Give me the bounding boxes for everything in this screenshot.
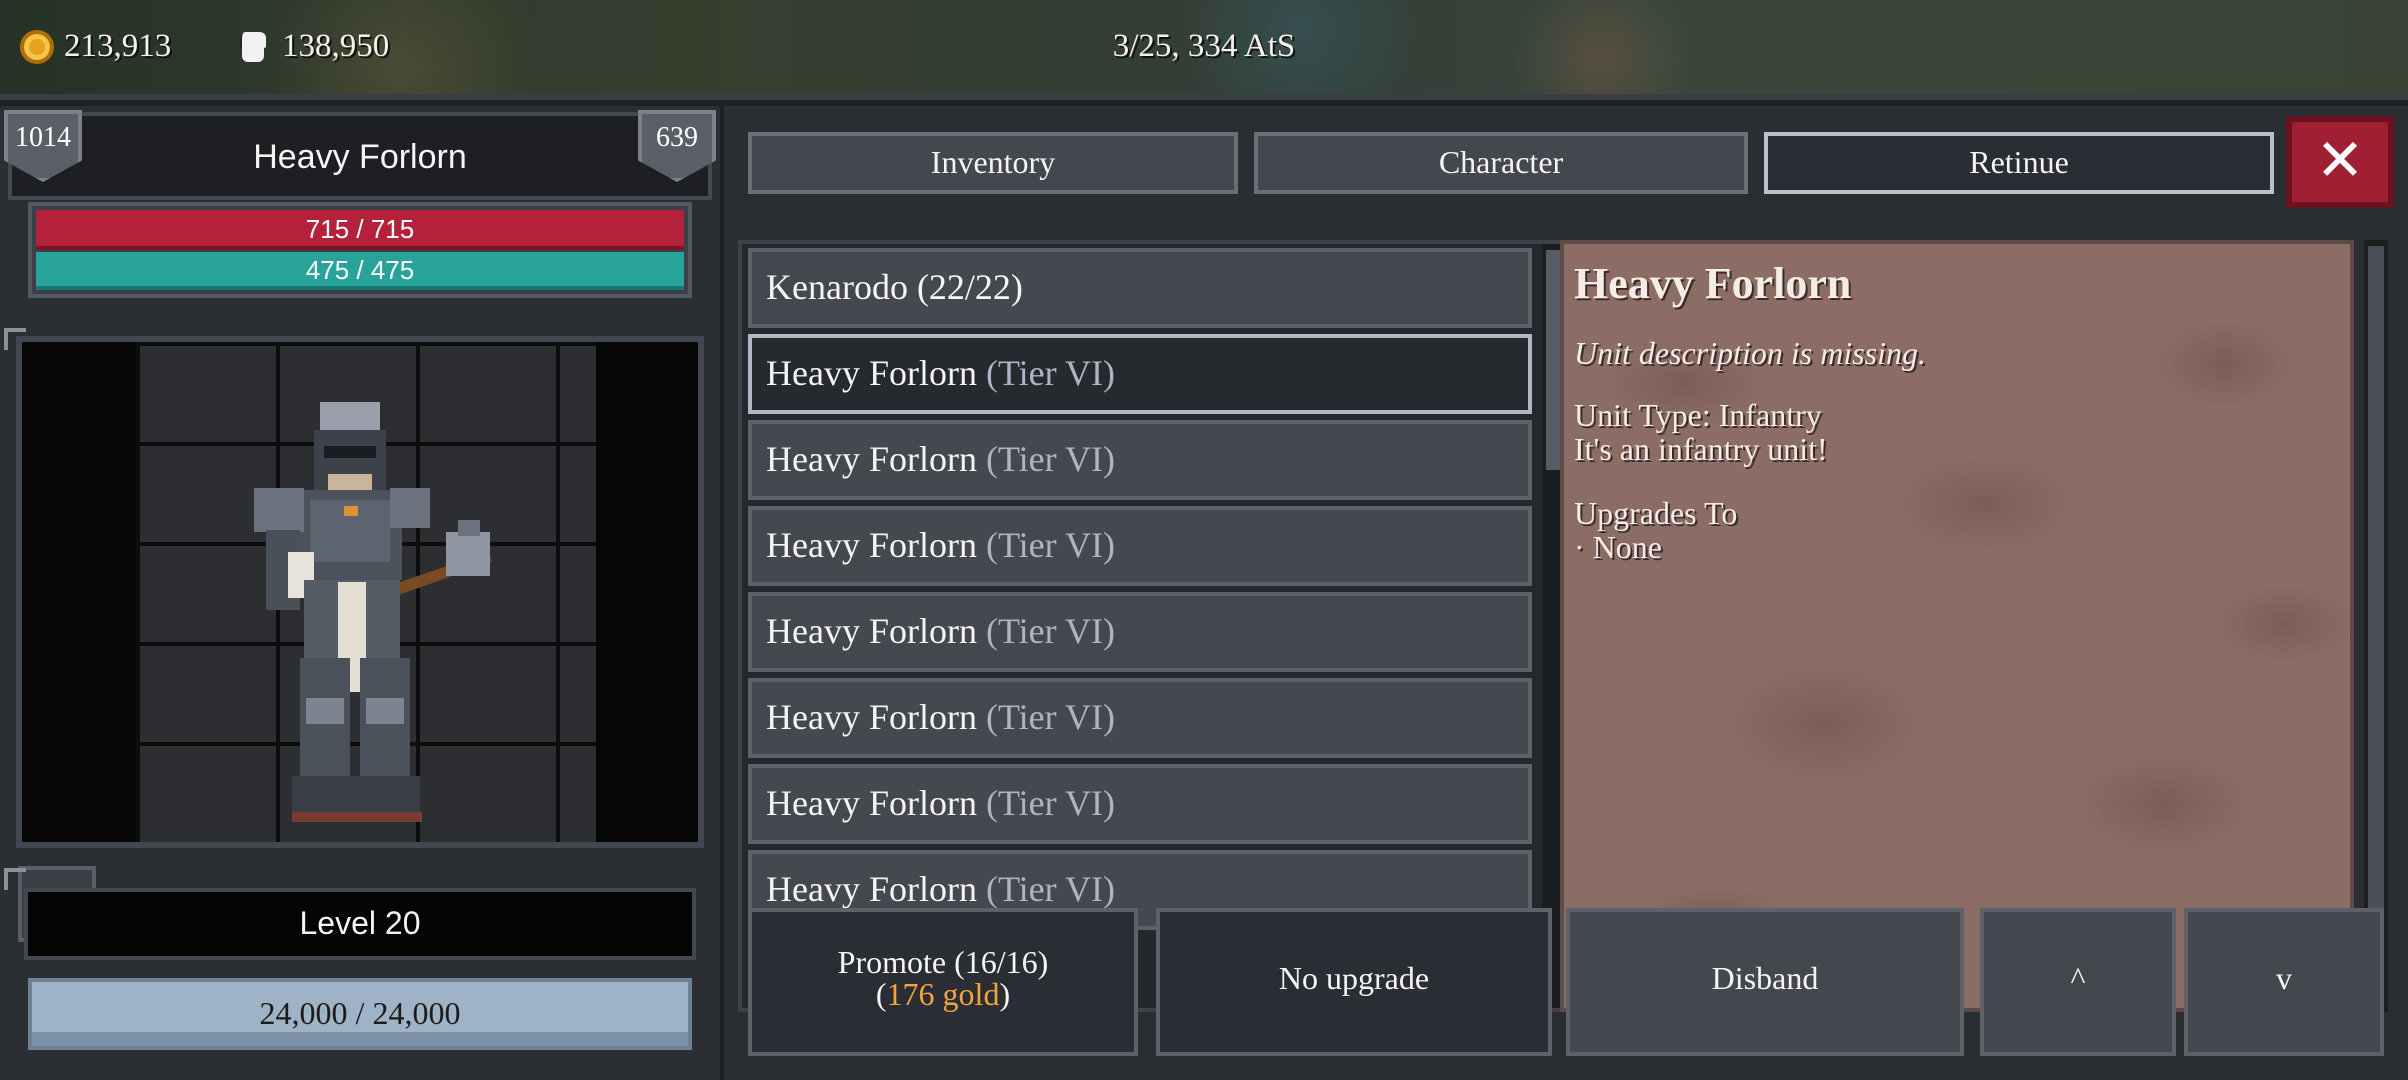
move-down-icon: v bbox=[2276, 960, 2292, 996]
move-up-button[interactable]: ^ bbox=[1980, 908, 2176, 1056]
detail-title: Heavy Forlorn bbox=[1574, 259, 1852, 308]
promote-button[interactable]: Promote (16/16) (176 gold) bbox=[748, 908, 1138, 1056]
list-item-tier: (Tier VI) bbox=[985, 439, 1115, 479]
list-item[interactable]: Heavy Forlorn (Tier VI) bbox=[748, 592, 1532, 672]
list-item[interactable]: Heavy Forlorn (Tier VI) bbox=[748, 506, 1532, 586]
detail-upgrades-heading: Upgrades To bbox=[1574, 495, 1738, 531]
list-item-name: Heavy Forlorn bbox=[766, 783, 977, 823]
close-button[interactable]: ✕ bbox=[2286, 116, 2394, 208]
list-item[interactable]: Heavy Forlorn (Tier VI) bbox=[748, 420, 1532, 500]
health-bar: 715 / 715 bbox=[36, 210, 684, 250]
unit-level: Level 20 bbox=[24, 888, 696, 960]
detail-description: Unit description is missing. bbox=[1574, 335, 1927, 371]
unit-name-bar: Heavy Forlorn bbox=[8, 112, 712, 200]
tab-inventory[interactable]: Inventory bbox=[748, 132, 1238, 194]
detail-unit-type-desc: It's an infantry unit! bbox=[1574, 431, 1828, 467]
list-item-name: Heavy Forlorn bbox=[766, 439, 977, 479]
list-item-tier: (Tier VI) bbox=[985, 697, 1115, 737]
mana-bar: 475 / 475 bbox=[36, 252, 684, 290]
unit-card-panel: Heavy Forlorn 1014 639 715 / 715 475 / 4… bbox=[0, 106, 720, 1080]
detail-scrollbar-thumb[interactable] bbox=[2368, 246, 2384, 1002]
list-item-name: Heavy Forlorn bbox=[766, 697, 977, 737]
list-item-name: Heavy Forlorn bbox=[766, 353, 977, 393]
unit-name: Heavy Forlorn bbox=[253, 138, 467, 176]
move-up-icon: ^ bbox=[2070, 960, 2086, 996]
unit-detail-panel: Heavy Forlorn Unit description is missin… bbox=[1560, 240, 2354, 1012]
list-item-tier: (Tier VI) bbox=[985, 525, 1115, 565]
list-item-hero[interactable]: Kenarodo (22/22) bbox=[748, 248, 1532, 328]
top-resource-bar: 213,913 138,950 3/25, 334 AtS bbox=[0, 0, 2408, 100]
detail-upgrades-value: · None bbox=[1574, 529, 1662, 565]
list-item-name: Kenarodo (22/22) bbox=[766, 267, 1023, 307]
no-upgrade-label: No upgrade bbox=[1278, 960, 1430, 996]
game-date: 3/25, 334 AtS bbox=[1112, 28, 1296, 64]
list-item-tier: (Tier VI) bbox=[985, 611, 1115, 651]
list-item-name: Heavy Forlorn bbox=[766, 869, 977, 909]
retinue-panel: Inventory Character Retinue ✕ Kenarodo (… bbox=[724, 106, 2408, 1080]
no-upgrade-button[interactable]: No upgrade bbox=[1156, 908, 1552, 1056]
tab-retinue[interactable]: Retinue bbox=[1764, 132, 2274, 194]
move-down-button[interactable]: v bbox=[2184, 908, 2384, 1056]
disband-button[interactable]: Disband bbox=[1566, 908, 1964, 1056]
promote-label: Promote (16/16) bbox=[837, 944, 1049, 980]
promote-gold: 176 gold bbox=[886, 976, 1000, 1012]
disband-label: Disband bbox=[1711, 960, 1819, 996]
list-item-tier: (Tier VI) bbox=[985, 783, 1115, 823]
experience-value: 24,000 / 24,000 bbox=[259, 995, 461, 1031]
detail-unit-type: Unit Type: Infantry bbox=[1574, 397, 1822, 433]
frame-corner bbox=[4, 868, 26, 890]
list-item[interactable]: Heavy Forlorn (Tier VI) bbox=[748, 678, 1532, 758]
list-item-name: Heavy Forlorn bbox=[766, 611, 977, 651]
armored-knight-sprite bbox=[254, 402, 492, 822]
tab-character[interactable]: Character bbox=[1254, 132, 1748, 194]
list-item-tier: (Tier VI) bbox=[985, 353, 1115, 393]
unit-portrait bbox=[16, 336, 704, 848]
promote-cost: (176 gold) bbox=[875, 976, 1011, 1012]
unit-stat-bars: 715 / 715 475 / 475 bbox=[28, 202, 692, 298]
experience-bar: 24,000 / 24,000 bbox=[28, 978, 692, 1050]
list-item-tier: (Tier VI) bbox=[985, 869, 1115, 909]
list-item[interactable]: Heavy Forlorn (Tier VI) bbox=[748, 764, 1532, 844]
list-item-name: Heavy Forlorn bbox=[766, 525, 977, 565]
list-item-selected[interactable]: Heavy Forlorn (Tier VI) bbox=[748, 334, 1532, 414]
